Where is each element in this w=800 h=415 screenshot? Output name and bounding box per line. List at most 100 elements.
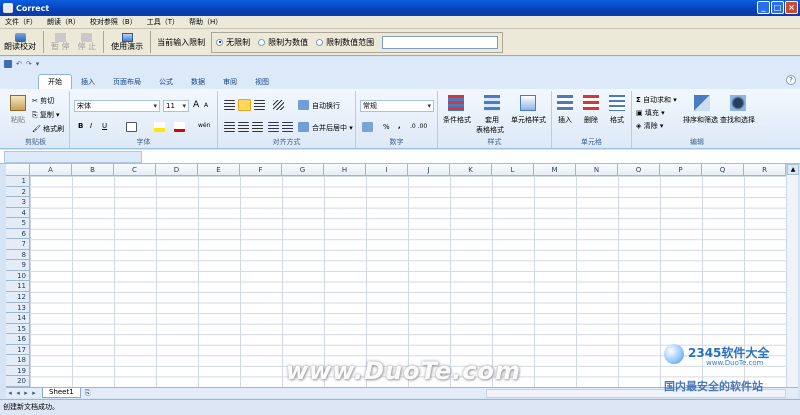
conditional-format-button[interactable]: 条件格式 xyxy=(443,115,471,125)
column-header[interactable]: P xyxy=(660,164,702,176)
fill-color-icon[interactable] xyxy=(154,122,165,132)
tab-home[interactable]: 开始 xyxy=(38,74,72,89)
column-header[interactable]: K xyxy=(450,164,492,176)
redo-icon[interactable]: ↷ xyxy=(26,60,32,68)
stop-button[interactable]: 停 止 xyxy=(74,30,101,55)
scroll-up-icon[interactable]: ▲ xyxy=(787,164,799,175)
radio-range[interactable]: 限制数值范围 xyxy=(316,37,374,48)
read-proof-button[interactable]: 朗读校对 xyxy=(0,30,40,55)
merge-icon[interactable] xyxy=(298,122,309,132)
font-color-icon[interactable] xyxy=(174,122,185,132)
wrap-text-button[interactable]: 自动换行 xyxy=(312,101,340,111)
row-header[interactable]: 9 xyxy=(6,260,30,271)
grow-font-button[interactable]: A xyxy=(193,100,199,110)
row-header[interactable]: 11 xyxy=(6,281,30,293)
menu-tools[interactable]: 工具（T） xyxy=(142,17,184,27)
menu-read[interactable]: 朗读（R） xyxy=(42,17,85,27)
increase-indent-icon[interactable] xyxy=(282,122,293,132)
insert-cells-button[interactable]: 插入 xyxy=(558,115,572,125)
row-header[interactable]: 17 xyxy=(6,344,30,356)
tab-formulas[interactable]: 公式 xyxy=(150,74,182,89)
insert-cells-icon[interactable] xyxy=(557,95,573,111)
row-header[interactable]: 14 xyxy=(6,313,30,324)
row-header[interactable]: 4 xyxy=(6,207,30,219)
underline-button[interactable]: U xyxy=(102,122,107,130)
decimal-buttons[interactable]: .0 .00 xyxy=(410,123,427,130)
format-cells-button[interactable]: 格式 xyxy=(610,115,624,125)
tab-view[interactable]: 视图 xyxy=(246,74,278,89)
fill-button[interactable]: ▣ 填充 ▾ xyxy=(636,108,665,118)
format-cells-icon[interactable] xyxy=(609,95,625,111)
align-right-icon[interactable] xyxy=(252,122,263,132)
decrease-indent-icon[interactable] xyxy=(268,122,279,132)
paste-icon[interactable] xyxy=(10,95,26,111)
percent-button[interactable]: % xyxy=(383,123,390,131)
column-header[interactable]: E xyxy=(198,164,240,176)
cell-styles-icon[interactable] xyxy=(520,95,536,111)
column-header[interactable]: B xyxy=(72,164,114,176)
next-sheet-icon[interactable]: ▸ xyxy=(22,389,30,397)
autosum-button[interactable]: Σ 自动求和 ▾ xyxy=(636,95,677,105)
format-painter-button[interactable]: 🖌 格式刷 xyxy=(32,124,64,134)
menu-help[interactable]: 帮助（H） xyxy=(184,17,227,27)
maximize-button[interactable]: □ xyxy=(771,1,784,14)
conditional-format-icon[interactable] xyxy=(448,95,464,111)
first-sheet-icon[interactable]: ◂ xyxy=(6,389,14,397)
radio-numeric[interactable]: 限制为数值 xyxy=(258,37,308,48)
paste-label[interactable]: 粘贴 xyxy=(11,115,25,125)
last-sheet-icon[interactable]: ▸ xyxy=(30,389,38,397)
sort-filter-icon[interactable] xyxy=(694,95,710,111)
align-center-icon[interactable] xyxy=(238,122,249,132)
orientation-icon[interactable] xyxy=(273,100,284,110)
cut-button[interactable]: ✂ 剪切 xyxy=(32,96,54,106)
menu-file[interactable]: 文件（F） xyxy=(0,17,42,27)
pause-button[interactable]: 暂 停 xyxy=(47,30,74,55)
delete-cells-button[interactable]: 删除 xyxy=(584,115,598,125)
sort-filter-button[interactable]: 排序和筛选 xyxy=(683,115,718,125)
cell-styles-button[interactable]: 单元格样式 xyxy=(511,115,546,125)
table-format-icon[interactable] xyxy=(484,95,500,111)
shrink-font-button[interactable]: A xyxy=(204,102,208,109)
column-header[interactable]: H xyxy=(324,164,366,176)
column-header[interactable]: I xyxy=(366,164,408,176)
clear-button[interactable]: ◈ 清除 ▾ xyxy=(636,121,663,131)
row-header[interactable]: 2 xyxy=(6,186,30,198)
column-header[interactable]: G xyxy=(282,164,324,176)
new-sheet-icon[interactable]: ⎘ xyxy=(81,389,95,398)
row-header[interactable]: 10 xyxy=(6,270,30,282)
binoculars-icon[interactable] xyxy=(730,95,746,111)
phonetic-button[interactable]: wén xyxy=(198,122,210,129)
row-header[interactable]: 1 xyxy=(6,176,30,187)
menu-proof-reference[interactable]: 校对参照（B） xyxy=(85,17,142,27)
row-header[interactable]: 12 xyxy=(6,292,30,303)
tab-insert[interactable]: 插入 xyxy=(72,74,104,89)
table-format-label-2[interactable]: 表格格式 xyxy=(476,125,504,135)
prev-sheet-icon[interactable]: ◂ xyxy=(14,389,22,397)
sheet-tab[interactable]: Sheet1 xyxy=(42,388,81,398)
italic-button[interactable]: I xyxy=(90,122,92,130)
name-box[interactable] xyxy=(4,151,142,163)
row-header[interactable]: 16 xyxy=(6,334,30,345)
radio-no-limit[interactable]: 无限制 xyxy=(216,37,250,48)
row-header[interactable]: 6 xyxy=(6,228,30,240)
font-size-select[interactable]: 11 xyxy=(163,100,189,112)
column-header[interactable]: F xyxy=(240,164,282,176)
find-select-button[interactable]: 查找和选择 xyxy=(720,115,755,125)
font-name-select[interactable]: 宋体 xyxy=(74,100,160,112)
column-header[interactable]: R xyxy=(744,164,786,176)
row-header[interactable]: 20 xyxy=(6,376,30,387)
column-header[interactable]: O xyxy=(618,164,660,176)
column-header[interactable]: L xyxy=(492,164,534,176)
row-header[interactable]: 5 xyxy=(6,218,30,229)
range-input[interactable] xyxy=(382,35,499,49)
comma-button[interactable]: , xyxy=(398,122,401,130)
select-all-corner[interactable] xyxy=(6,164,30,176)
tab-data[interactable]: 数据 xyxy=(182,74,214,89)
row-header[interactable]: 3 xyxy=(6,197,30,208)
undo-icon[interactable]: ↶ xyxy=(16,60,22,68)
customize-qat-icon[interactable]: ▾ xyxy=(36,60,40,68)
column-header[interactable]: Q xyxy=(702,164,744,176)
column-header[interactable]: C xyxy=(114,164,156,176)
row-header[interactable]: 7 xyxy=(6,239,30,250)
wrap-text-icon[interactable] xyxy=(298,100,309,110)
